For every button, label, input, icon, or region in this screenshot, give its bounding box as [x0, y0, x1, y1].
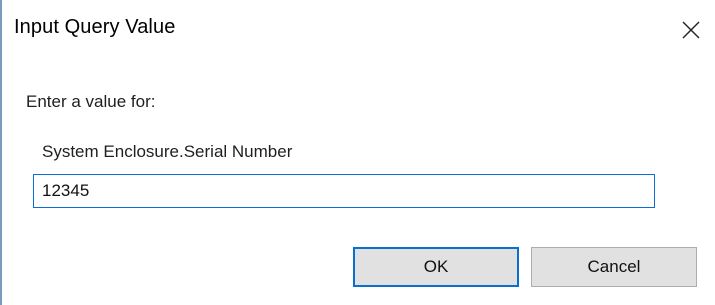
- close-button[interactable]: [678, 16, 704, 44]
- window-title: Input Query Value: [14, 16, 176, 38]
- title-bar: Input Query Value: [2, 0, 715, 62]
- value-input[interactable]: [33, 174, 655, 208]
- ok-button[interactable]: OK: [353, 247, 519, 287]
- cancel-button[interactable]: Cancel: [531, 247, 697, 287]
- input-query-dialog: Input Query Value Enter a value for: Sys…: [0, 0, 715, 305]
- close-icon: [682, 21, 700, 39]
- prompt-label: Enter a value for:: [26, 92, 156, 111]
- field-label: System Enclosure.Serial Number: [42, 142, 293, 161]
